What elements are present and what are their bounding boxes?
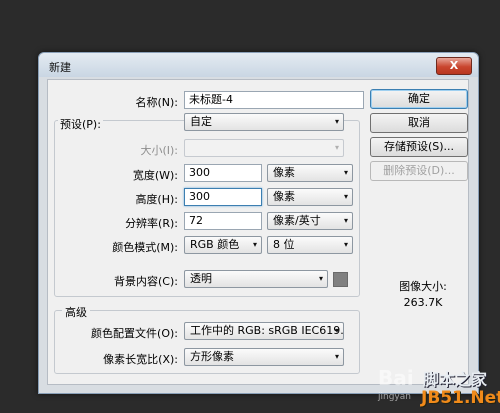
advanced-heading: 高级	[62, 304, 90, 320]
size-select: ▾︎	[184, 139, 344, 157]
chevron-down-icon: ▾︎	[334, 143, 339, 152]
name-label: 名称(N):	[135, 96, 178, 109]
color-mode-value: RGB 颜色	[190, 238, 240, 251]
chevron-down-icon: ▾︎	[334, 352, 339, 361]
background-value: 透明	[190, 272, 212, 285]
resolution-unit-value: 像素/英寸	[273, 214, 321, 227]
cancel-button[interactable]: 取消	[370, 113, 468, 133]
color-profile-value: 工作中的 RGB: sRGB IEC619...	[190, 324, 344, 337]
new-document-dialog: 新建 X 名称(N): 未标题-4 预设(P): 自定 ▾︎ 大小(I): ▾︎…	[38, 52, 479, 394]
resolution-label: 分辨率(R):	[125, 217, 178, 230]
close-button[interactable]: X	[436, 57, 472, 75]
chevron-down-icon: ▾︎	[318, 274, 323, 283]
chevron-down-icon: ▾︎	[343, 216, 348, 225]
chevron-down-icon: ▾︎	[343, 240, 348, 249]
image-size-value: 263.7K	[403, 296, 443, 309]
ok-button[interactable]: 确定	[370, 89, 468, 109]
pixel-aspect-label: 像素长宽比(X):	[103, 353, 178, 366]
color-mode-label: 颜色模式(M):	[112, 241, 178, 254]
color-profile-label: 颜色配置文件(O):	[91, 327, 178, 340]
width-unit-select[interactable]: 像素 ▾︎	[267, 164, 353, 182]
delete-preset-button: 删除预设(D)...	[370, 161, 468, 181]
chevron-down-icon: ▾︎	[343, 192, 348, 201]
height-field[interactable]: 300	[184, 188, 262, 206]
height-unit-value: 像素	[273, 190, 295, 203]
pixel-aspect-value: 方形像素	[190, 350, 234, 363]
width-unit-value: 像素	[273, 166, 295, 179]
baidu-watermark: Bai	[378, 366, 414, 390]
dialog-title: 新建	[49, 61, 71, 74]
bit-depth-value: 8 位	[273, 238, 295, 251]
resolution-unit-select[interactable]: 像素/英寸 ▾︎	[267, 212, 353, 230]
chevron-down-icon: ▾︎	[252, 240, 257, 249]
preset-label: 预设(P):	[58, 116, 103, 132]
background-select[interactable]: 透明 ▾︎	[184, 270, 328, 288]
resolution-field[interactable]: 72	[184, 212, 262, 230]
size-label: 大小(I):	[140, 144, 178, 157]
name-field[interactable]: 未标题-4	[184, 91, 364, 109]
jingyan-watermark: jingyan	[378, 392, 411, 402]
dialog-body: 名称(N): 未标题-4 预设(P): 自定 ▾︎ 大小(I): ▾︎ 宽度(W…	[47, 79, 469, 385]
site-cn-watermark: 脚本之家	[423, 370, 488, 389]
height-label: 高度(H):	[135, 193, 178, 206]
pixel-aspect-select[interactable]: 方形像素 ▾︎	[184, 348, 344, 366]
chevron-down-icon: ▾︎	[334, 117, 339, 126]
image-size-label: 图像大小:	[399, 280, 447, 293]
width-field[interactable]: 300	[184, 164, 262, 182]
chevron-down-icon: ▾︎	[343, 168, 348, 177]
save-preset-button[interactable]: 存储预设(S)...	[370, 137, 468, 157]
background-label: 背景内容(C):	[114, 275, 178, 288]
preset-select[interactable]: 自定 ▾︎	[184, 113, 344, 131]
height-unit-select[interactable]: 像素 ▾︎	[267, 188, 353, 206]
bit-depth-select[interactable]: 8 位 ▾︎	[267, 236, 353, 254]
site-domain-watermark: JB51.Net	[421, 388, 500, 408]
dialog-titlebar[interactable]: 新建 X	[39, 53, 478, 77]
preset-value: 自定	[190, 115, 212, 128]
background-color-swatch[interactable]	[333, 272, 348, 287]
chevron-down-icon: ▾︎	[334, 326, 339, 335]
width-label: 宽度(W):	[132, 169, 178, 182]
color-mode-select[interactable]: RGB 颜色 ▾︎	[184, 236, 262, 254]
color-profile-select[interactable]: 工作中的 RGB: sRGB IEC619... ▾︎	[184, 322, 344, 340]
